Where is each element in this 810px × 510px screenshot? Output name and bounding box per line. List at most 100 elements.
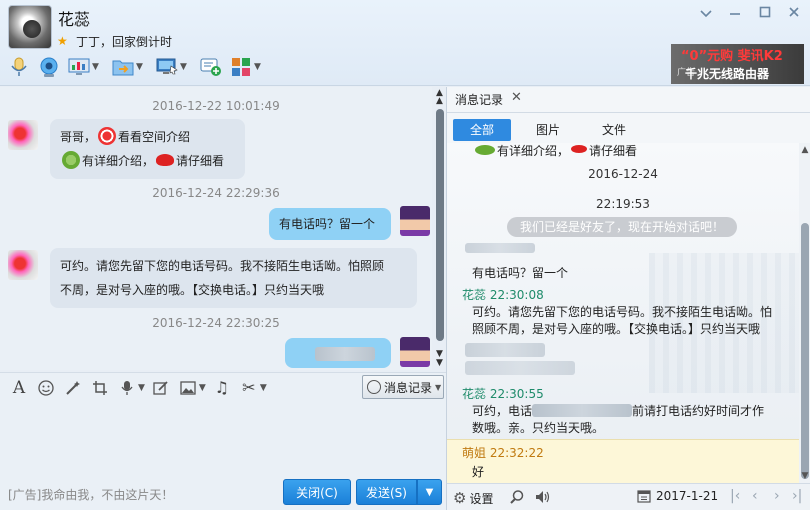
voice-call-icon[interactable] bbox=[6, 54, 32, 80]
scroll-up-icon[interactable]: ▲ bbox=[800, 145, 810, 155]
chat-header: 花蕊 ★ 丁丁，回家倒计时 ▼ ▼ ▼ ▼ “0”元购 斐讯K2 广告 千兆无线… bbox=[0, 0, 810, 86]
history-message-text: 好 bbox=[472, 465, 485, 479]
voice-message-icon[interactable] bbox=[116, 377, 138, 399]
close-icon[interactable] bbox=[785, 6, 803, 24]
redacted-text bbox=[465, 361, 575, 375]
message-text: 看看空间介绍 bbox=[118, 130, 191, 144]
scrollbar-thumb[interactable] bbox=[436, 109, 444, 341]
next-page-icon[interactable]: › bbox=[774, 488, 780, 504]
chevron-down-icon: ▼ bbox=[435, 382, 442, 392]
face-emoji-icon bbox=[62, 151, 80, 169]
scroll-top-icon[interactable]: ▲ bbox=[434, 96, 445, 106]
send-file-icon[interactable] bbox=[110, 54, 136, 80]
magic-icon[interactable] bbox=[62, 377, 84, 399]
history-latest-message: 萌姐 22:32:22 好 bbox=[447, 439, 799, 483]
contact-signature: 丁丁，回家倒计时 bbox=[76, 35, 173, 49]
close-tab-icon[interactable]: ✕ bbox=[511, 90, 522, 105]
history-message-text: 照顾不周，是对号入座的哦。【交换电话。】只约当天哦 bbox=[472, 322, 761, 336]
apps-icon[interactable] bbox=[228, 54, 254, 80]
face-emoji-icon bbox=[475, 145, 495, 155]
maximize-icon[interactable] bbox=[756, 6, 774, 24]
message-timestamp: 2016-12-24 22:29:36 bbox=[152, 186, 280, 200]
star-icon: ★ bbox=[57, 34, 68, 48]
chevron-down-icon[interactable] bbox=[697, 6, 715, 24]
divider bbox=[447, 112, 810, 113]
contact-avatar[interactable] bbox=[8, 5, 52, 49]
ad-text-link[interactable]: [广告]我命由我，不由这片天！ bbox=[8, 486, 173, 503]
font-icon[interactable]: A bbox=[8, 377, 30, 399]
minimize-icon[interactable] bbox=[726, 6, 744, 24]
image-icon[interactable] bbox=[177, 377, 199, 399]
history-message-text: 数哦。亲。只约当天哦。 bbox=[472, 421, 605, 435]
history-message-text: 可约，电话 前请打电话约好时间才作 bbox=[472, 404, 765, 418]
remote-assist-dropdown[interactable]: ▼ bbox=[92, 62, 102, 72]
screen-share-icon[interactable] bbox=[154, 54, 180, 80]
date-picker[interactable]: 2017-1-21 bbox=[637, 489, 718, 503]
history-date: 2016-12-24 bbox=[588, 167, 658, 181]
send-file-dropdown[interactable]: ▼ bbox=[136, 62, 146, 72]
first-page-icon[interactable]: |‹ bbox=[730, 488, 740, 504]
prev-page-icon[interactable]: ‹ bbox=[752, 488, 758, 504]
scroll-bottom-icon[interactable]: ▼ bbox=[434, 358, 445, 368]
history-message-list[interactable]: 有详细介绍， 请仔细看 2016-12-24 22:19:53 我们已经是好友了，… bbox=[447, 143, 799, 483]
message-text: 有详细介绍， bbox=[82, 154, 155, 168]
clock-icon bbox=[367, 380, 381, 394]
search-icon[interactable] bbox=[509, 489, 525, 505]
contact-avatar-small[interactable] bbox=[8, 120, 38, 150]
settings-button[interactable]: ⚙ 设置 bbox=[453, 489, 493, 507]
redacted-text bbox=[532, 404, 633, 417]
incoming-message-bubble: 哥哥， 看看空间介绍 有详细介绍， 请仔细看 bbox=[50, 119, 245, 179]
call-toolbar: ▼ ▼ ▼ ▼ bbox=[6, 53, 272, 81]
speaker-icon[interactable] bbox=[535, 489, 551, 505]
apps-dropdown[interactable]: ▼ bbox=[254, 62, 264, 72]
redacted-text bbox=[315, 347, 375, 361]
redacted-name bbox=[465, 243, 535, 253]
music-icon[interactable]: ♫ bbox=[211, 377, 233, 399]
chat-message-area[interactable]: 2016-12-22 10:01:49 哥哥， 看看空间介绍 有详细介绍， 请仔细看… bbox=[0, 87, 432, 370]
create-group-icon[interactable] bbox=[198, 54, 224, 80]
screenshot-icon[interactable] bbox=[89, 377, 111, 399]
scroll-down-icon[interactable]: ▼ bbox=[800, 471, 810, 481]
last-page-icon[interactable]: ›| bbox=[792, 488, 802, 504]
message-input[interactable] bbox=[0, 402, 446, 474]
my-avatar-small[interactable] bbox=[400, 337, 430, 367]
ad-banner[interactable]: “0”元购 斐讯K2 广告 千兆无线路由器 bbox=[671, 44, 804, 84]
filter-all[interactable]: 全部 bbox=[453, 119, 511, 141]
incoming-message-bubble: 可约。请您先留下您的电话号码。我不接陌生电话呦。怕照顾 不周，是对号入座的哦。【… bbox=[50, 248, 417, 308]
scissors-dropdown[interactable]: ▼ bbox=[260, 383, 267, 393]
history-scrollbar[interactable]: ▲ ▼ bbox=[799, 143, 810, 483]
filter-files[interactable]: 文件 bbox=[585, 119, 643, 141]
my-avatar-small[interactable] bbox=[400, 206, 430, 236]
history-time: 22:19:53 bbox=[596, 197, 650, 211]
emoji-icon[interactable] bbox=[35, 377, 57, 399]
contact-name[interactable]: 花蕊 bbox=[58, 6, 90, 30]
close-button[interactable]: 关闭(C) bbox=[283, 479, 351, 505]
outgoing-message-bubble: 有电话吗？留一个 bbox=[269, 208, 391, 240]
chat-scrollbar[interactable]: ▲ ▲ ▼ ▼ bbox=[433, 87, 446, 370]
message-timestamp: 2016-12-24 22:30:25 bbox=[152, 316, 280, 330]
lips-emoji-icon bbox=[156, 154, 175, 166]
filter-images[interactable]: 图片 bbox=[519, 119, 577, 141]
scrollbar-thumb[interactable] bbox=[801, 223, 809, 479]
outgoing-message-bubble bbox=[285, 338, 391, 368]
tab-message-history[interactable]: 消息记录 bbox=[455, 91, 503, 108]
ad-banner-subline: 千兆无线路由器 bbox=[685, 67, 770, 81]
image-dropdown[interactable]: ▼ bbox=[199, 383, 206, 393]
screen-share-dropdown[interactable]: ▼ bbox=[180, 62, 190, 72]
message-text: 可约。请您先留下您的电话号码。我不接陌生电话呦。怕照顾 bbox=[60, 259, 385, 273]
scissors-icon[interactable]: ✂ bbox=[238, 377, 260, 399]
lollipop-emoji-icon bbox=[98, 127, 117, 145]
history-sender: 萌姐 22:32:22 bbox=[462, 446, 544, 460]
gear-icon: ⚙ bbox=[453, 489, 467, 507]
message-history-button[interactable]: 消息记录 ▼ bbox=[362, 375, 444, 399]
edit-icon[interactable] bbox=[150, 377, 172, 399]
voice-dropdown[interactable]: ▼ bbox=[138, 383, 145, 393]
history-message-text: 有电话吗？留一个 bbox=[472, 266, 569, 280]
send-options-dropdown[interactable]: ▼ bbox=[417, 479, 442, 505]
contact-avatar-small[interactable] bbox=[8, 250, 38, 280]
send-button[interactable]: 发送(S) bbox=[356, 479, 417, 505]
redacted-name bbox=[465, 343, 545, 357]
history-message-text: 可约。请您先留下您的电话号码。我不接陌生电话呦。怕 bbox=[472, 305, 773, 319]
remote-assist-icon[interactable] bbox=[66, 54, 92, 80]
video-call-icon[interactable] bbox=[36, 54, 62, 80]
